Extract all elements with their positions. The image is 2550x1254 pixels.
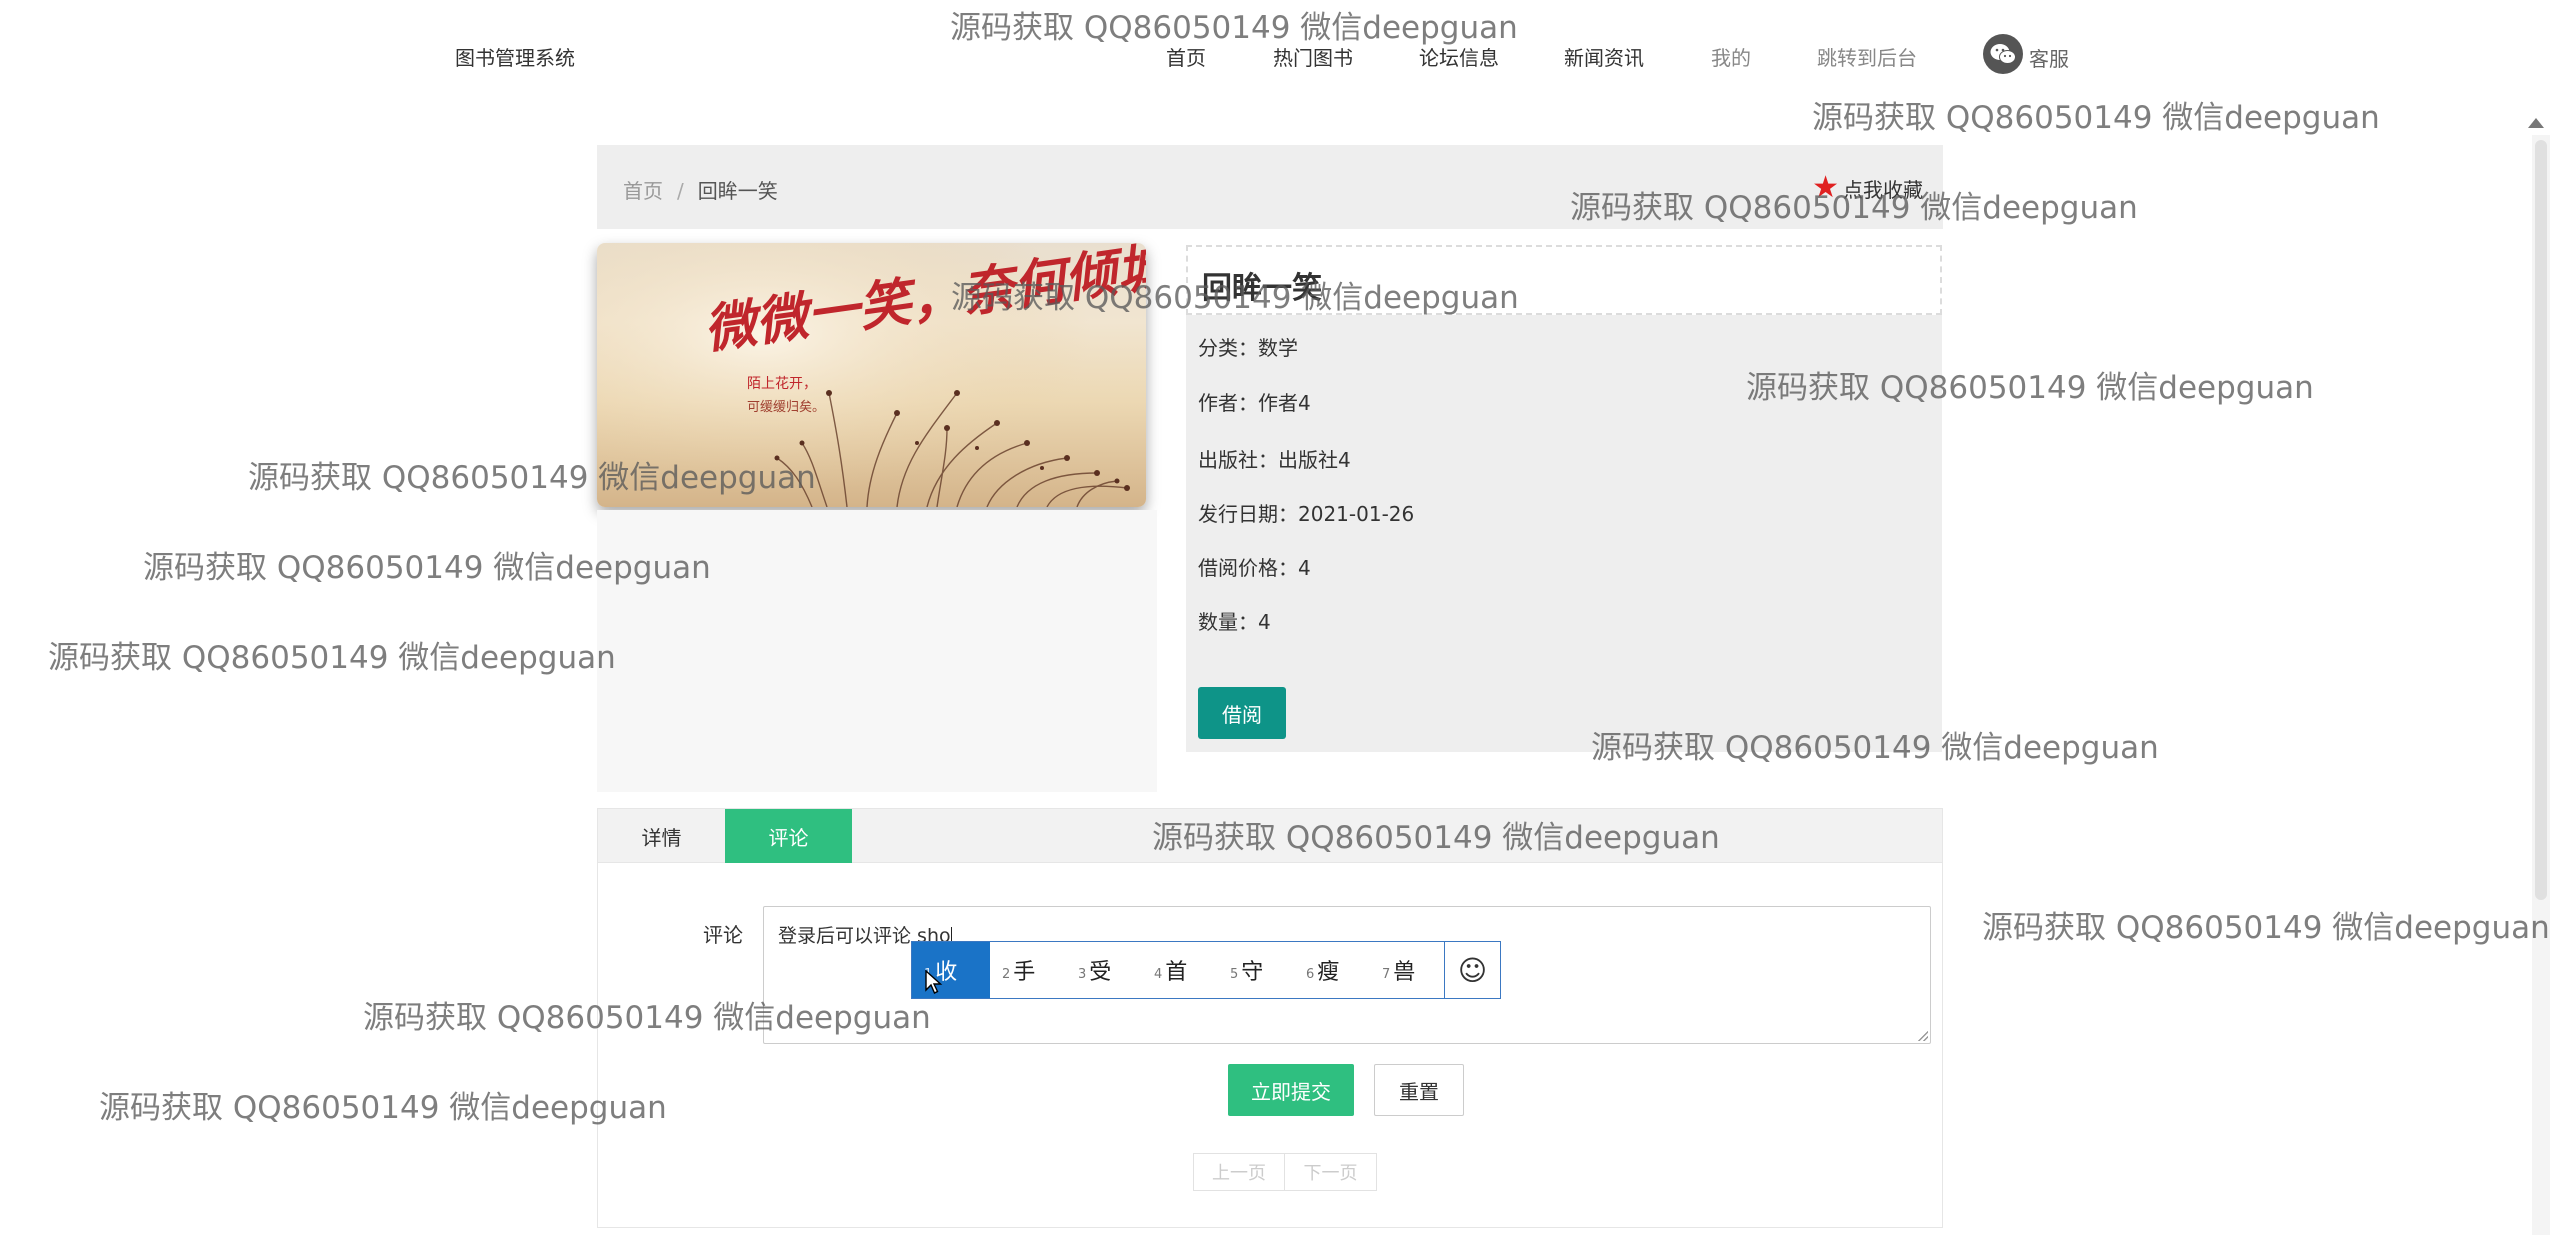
- info-publisher: 出版社：出版社4: [1198, 448, 1351, 472]
- ime-candidate[interactable]: 1收: [912, 942, 990, 998]
- ime-candidate[interactable]: 4首: [1142, 942, 1218, 998]
- nav-admin[interactable]: 跳转到后台: [1817, 42, 1917, 71]
- detail-tabs-card: 详情 评论 评论 登录后可以评论 sho 立即提交 重置 上一页 下一页: [597, 808, 1943, 1228]
- watermark: 源码获取 QQ86050149 微信deepguan: [48, 640, 616, 676]
- nav-home[interactable]: 首页: [1166, 42, 1206, 71]
- breadcrumb-home[interactable]: 首页: [623, 179, 663, 203]
- pagination: 上一页 下一页: [1193, 1153, 1377, 1191]
- book-info-panel: 分类：数学 作者：作者4 出版社：出版社4 发行日期：2021-01-26 借阅…: [1186, 315, 1942, 752]
- tab-details[interactable]: 详情: [598, 809, 725, 863]
- emoji-icon[interactable]: ☺: [1444, 942, 1500, 998]
- page: 图书管理系统 首页 热门图书 论坛信息 新闻资讯 我的 跳转到后台 客服 首页 /…: [0, 0, 2550, 1254]
- tab-comments[interactable]: 评论: [725, 809, 852, 863]
- favorite-button[interactable]: ★ 点我收藏: [1812, 173, 1923, 203]
- watermark: 源码获取 QQ86050149 微信deepguan: [1982, 910, 2550, 946]
- cover-art: 微微一笑，奈何倾城 陌上花开， 可缓缓归矣。: [597, 243, 1146, 507]
- scrollbar-thumb[interactable]: [2535, 140, 2547, 900]
- breadcrumb-separator: /: [677, 179, 684, 203]
- wechat-icon: [1983, 34, 2023, 74]
- mouse-cursor-icon: [925, 970, 943, 994]
- breadcrumb-current: 回眸一笑: [697, 179, 778, 203]
- watermark: 源码获取 QQ86050149 微信deepguan: [950, 10, 1518, 46]
- star-icon: ★: [1812, 170, 1839, 205]
- resize-handle-icon[interactable]: [1918, 1031, 1928, 1041]
- book-title: 回眸一笑: [1202, 271, 1322, 306]
- prev-page-button[interactable]: 上一页: [1193, 1153, 1285, 1191]
- watermark: 源码获取 QQ86050149 微信deepguan: [99, 1090, 667, 1126]
- site-brand[interactable]: 图书管理系统: [455, 42, 575, 71]
- ime-candidate[interactable]: 7兽: [1370, 942, 1446, 998]
- book-title-box: 回眸一笑: [1186, 245, 1942, 315]
- watermark: 源码获取 QQ86050149 微信deepguan: [1812, 100, 2380, 136]
- ime-candidate[interactable]: 3受: [1066, 942, 1142, 998]
- svg-text:陌上花开，: 陌上花开，: [747, 376, 817, 392]
- breadcrumb: 首页 / 回眸一笑: [623, 175, 778, 204]
- nav-hot-books[interactable]: 热门图书: [1273, 42, 1353, 71]
- svg-text:可缓缓归矣。: 可缓缓归矣。: [747, 399, 825, 415]
- comment-label: 评论: [703, 923, 743, 947]
- info-price: 借阅价格：4: [1198, 556, 1311, 580]
- info-publish-date: 发行日期：2021-01-26: [1198, 502, 1415, 526]
- info-category: 分类：数学: [1198, 336, 1298, 360]
- next-page-button[interactable]: 下一页: [1285, 1153, 1377, 1191]
- ime-candidate[interactable]: 6瘦: [1294, 942, 1370, 998]
- favorite-label: 点我收藏: [1843, 177, 1923, 202]
- breadcrumb-bar: 首页 / 回眸一笑 ★ 点我收藏: [597, 145, 1943, 229]
- service-label: 客服: [2029, 47, 2069, 71]
- borrow-button[interactable]: 借阅: [1198, 687, 1286, 739]
- customer-service[interactable]: 客服: [1983, 34, 2069, 74]
- info-quantity: 数量：4: [1198, 610, 1271, 634]
- nav-forum[interactable]: 论坛信息: [1419, 42, 1499, 71]
- book-cover-image: 微微一笑，奈何倾城 陌上花开， 可缓缓归矣。: [597, 243, 1146, 507]
- reset-button[interactable]: 重置: [1374, 1064, 1464, 1116]
- nav-mine[interactable]: 我的: [1711, 42, 1751, 71]
- scroll-up-arrow-icon[interactable]: [2528, 118, 2544, 128]
- info-author: 作者：作者4: [1198, 391, 1311, 415]
- ime-candidate[interactable]: 5守: [1218, 942, 1294, 998]
- image-gallery-pane: [597, 510, 1157, 792]
- ime-candidate-bar: 1收 2手 3受 4首 5守 6瘦 7兽 ☺: [911, 941, 1501, 999]
- ime-candidate[interactable]: 2手: [990, 942, 1066, 998]
- nav-news[interactable]: 新闻资讯: [1564, 42, 1644, 71]
- submit-button[interactable]: 立即提交: [1228, 1064, 1354, 1116]
- tab-header: 详情 评论: [598, 809, 1942, 863]
